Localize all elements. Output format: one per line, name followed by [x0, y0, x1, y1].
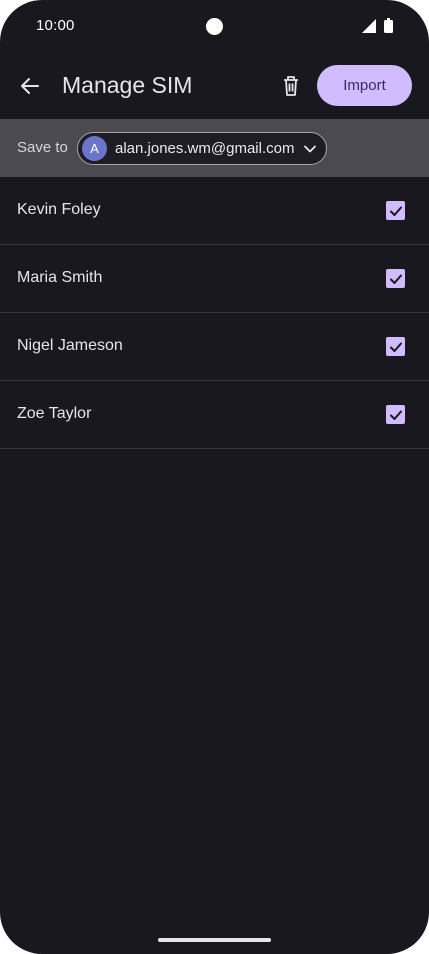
delete-button[interactable]	[272, 66, 310, 106]
signal-icon	[362, 19, 376, 33]
account-selector[interactable]: A alan.jones.wm@gmail.com	[77, 132, 327, 165]
account-email: alan.jones.wm@gmail.com	[115, 140, 295, 157]
status-bar: 10:00	[0, 0, 429, 54]
phone-screen: 10:00 Manage SIM Import Save to A alan.j…	[0, 0, 429, 954]
list-item[interactable]: Maria Smith	[0, 245, 429, 313]
battery-icon	[384, 18, 393, 33]
trash-icon	[284, 76, 298, 96]
checkmark-icon	[389, 274, 402, 284]
contact-checkbox[interactable]	[386, 201, 405, 220]
list-item[interactable]: Nigel Jameson	[0, 313, 429, 381]
contact-name: Kevin Foley	[17, 201, 101, 218]
contact-name: Nigel Jameson	[17, 337, 123, 354]
save-to-bar: Save to A alan.jones.wm@gmail.com	[0, 119, 429, 177]
status-time: 10:00	[36, 17, 75, 34]
avatar: A	[82, 136, 107, 161]
back-button[interactable]	[10, 66, 50, 106]
checkmark-icon	[389, 206, 402, 216]
list-item[interactable]: Zoe Taylor	[0, 381, 429, 449]
save-to-label: Save to	[17, 139, 68, 156]
contact-list: Kevin Foley Maria Smith Nigel Jameson Zo…	[0, 177, 429, 449]
checkmark-icon	[389, 410, 402, 420]
contact-checkbox[interactable]	[386, 337, 405, 356]
contact-checkbox[interactable]	[386, 405, 405, 424]
contact-name: Maria Smith	[17, 269, 103, 286]
page-title: Manage SIM	[62, 72, 193, 98]
checkmark-icon	[389, 342, 402, 352]
camera-cutout	[206, 18, 223, 35]
back-arrow-icon	[21, 78, 39, 94]
app-bar: Manage SIM Import	[0, 60, 429, 116]
contact-checkbox[interactable]	[386, 269, 405, 288]
chevron-down-icon	[304, 145, 316, 153]
import-button[interactable]: Import	[317, 65, 412, 106]
list-item[interactable]: Kevin Foley	[0, 177, 429, 245]
contact-name: Zoe Taylor	[17, 405, 92, 422]
home-indicator[interactable]	[158, 938, 271, 942]
